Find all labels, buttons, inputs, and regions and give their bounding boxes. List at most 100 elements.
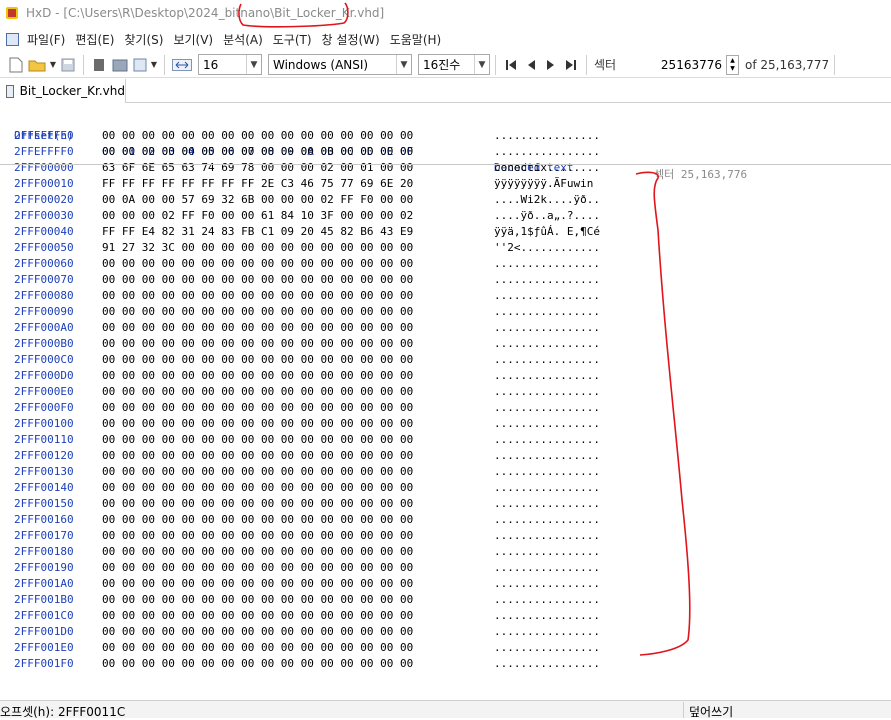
row-bytes[interactable]: 00 00 00 00 00 00 00 00 00 00 00 00 00 0… <box>102 656 413 672</box>
bytes-per-row-select[interactable]: 16 ▼ <box>198 54 262 75</box>
row-decoded-text[interactable]: ................ <box>494 544 600 560</box>
row-bytes[interactable]: 00 00 00 00 00 00 00 00 00 00 00 00 00 0… <box>102 464 413 480</box>
row-bytes[interactable]: 00 0A 00 00 57 69 32 6B 00 00 00 02 FF F… <box>102 192 413 208</box>
view-dropdown-icon[interactable]: ▼ <box>149 55 159 75</box>
row-bytes[interactable]: 00 00 00 00 00 00 00 00 00 00 00 00 00 0… <box>102 320 413 336</box>
document-view-icon[interactable] <box>131 55 149 75</box>
row-bytes[interactable]: 00 00 00 00 00 00 00 00 00 00 00 00 00 0… <box>102 256 413 272</box>
document-menu-icon[interactable] <box>6 32 19 46</box>
menu-help[interactable]: 도움말(H) <box>390 31 442 48</box>
sector-spinner[interactable]: ▲ ▼ <box>726 54 739 75</box>
row-decoded-text[interactable]: ................ <box>494 512 600 528</box>
row-bytes[interactable]: FF FF E4 82 31 24 83 FB C1 09 20 45 82 B… <box>102 224 413 240</box>
row-bytes[interactable]: 00 00 00 00 00 00 00 00 00 00 00 00 00 0… <box>102 384 413 400</box>
row-bytes[interactable]: 00 00 00 00 00 00 00 00 00 00 00 00 00 0… <box>102 608 413 624</box>
row-bytes[interactable]: 00 00 00 00 00 00 00 00 00 00 00 00 00 0… <box>102 336 413 352</box>
row-bytes[interactable]: 63 6F 6E 65 63 74 69 78 00 00 00 02 00 0… <box>102 160 413 176</box>
open-folder-icon[interactable] <box>26 55 48 75</box>
last-sector-icon[interactable] <box>561 55 581 75</box>
row-bytes[interactable]: 00 00 00 00 00 00 00 00 00 00 00 00 00 0… <box>102 512 413 528</box>
row-bytes[interactable]: 00 00 00 00 00 00 00 00 00 00 00 00 00 0… <box>102 352 413 368</box>
row-bytes[interactable]: 00 00 00 00 00 00 00 00 00 00 00 00 00 0… <box>102 400 413 416</box>
hex-editor-view[interactable]: Offset(h) 00 01 02 03 04 05 06 07 08 09 … <box>0 106 891 700</box>
row-decoded-text[interactable]: ................ <box>494 128 600 144</box>
row-bytes[interactable]: 00 00 00 00 00 00 00 00 00 00 00 00 00 0… <box>102 416 413 432</box>
tab-file[interactable]: Bit_Locker_Kr.vhd <box>0 79 126 103</box>
row-bytes[interactable]: 00 00 00 00 00 00 00 00 00 00 00 00 00 0… <box>102 560 413 576</box>
row-decoded-text[interactable]: ................ <box>494 416 600 432</box>
row-bytes[interactable]: 00 00 00 00 00 00 00 00 00 00 00 00 00 0… <box>102 576 413 592</box>
row-bytes[interactable]: 00 00 00 00 00 00 00 00 00 00 00 00 00 0… <box>102 544 413 560</box>
row-bytes[interactable]: 00 00 00 00 00 00 00 00 00 00 00 00 00 0… <box>102 448 413 464</box>
save-icon[interactable] <box>58 55 78 75</box>
row-bytes[interactable]: 00 00 00 00 00 00 00 00 00 00 00 00 00 0… <box>102 368 413 384</box>
row-decoded-text[interactable]: ................ <box>494 400 600 416</box>
chevron-down-icon[interactable]: ▼ <box>246 55 261 74</box>
row-decoded-text[interactable]: ÿÿÿÿÿÿÿÿ.ÃFuwin <box>494 176 600 192</box>
row-bytes[interactable]: FF FF FF FF FF FF FF FF 2E C3 46 75 77 6… <box>102 176 413 192</box>
row-bytes[interactable]: 00 00 00 00 00 00 00 00 00 00 00 00 00 0… <box>102 624 413 640</box>
row-decoded-text[interactable]: ................ <box>494 352 600 368</box>
row-bytes[interactable]: 00 00 00 02 FF F0 00 00 61 84 10 3F 00 0… <box>102 208 413 224</box>
row-decoded-text[interactable]: ................ <box>494 624 600 640</box>
charset-select[interactable]: Windows (ANSI) ▼ <box>268 54 412 75</box>
row-decoded-text[interactable]: ................ <box>494 640 600 656</box>
row-decoded-text[interactable]: ................ <box>494 560 600 576</box>
menu-search[interactable]: 찾기(S) <box>124 31 163 48</box>
row-decoded-text[interactable]: ................ <box>494 480 600 496</box>
row-decoded-text[interactable]: ................ <box>494 464 600 480</box>
row-decoded-text[interactable]: ................ <box>494 288 600 304</box>
row-bytes[interactable]: 00 00 00 00 00 00 00 00 00 00 00 00 00 0… <box>102 304 413 320</box>
row-decoded-text[interactable]: ................ <box>494 496 600 512</box>
row-bytes[interactable]: 00 00 00 00 00 00 00 00 00 00 00 00 00 0… <box>102 528 413 544</box>
row-decoded-text[interactable]: ....ÿð..a„.?.... <box>494 208 600 224</box>
open-dropdown-icon[interactable]: ▼ <box>48 55 58 75</box>
row-bytes[interactable]: 00 00 00 00 00 00 00 00 00 00 00 00 00 0… <box>102 480 413 496</box>
row-bytes[interactable]: 00 00 00 00 00 00 00 00 00 00 00 00 00 0… <box>102 592 413 608</box>
chevron-down-icon[interactable]: ▼ <box>474 55 489 74</box>
row-bytes[interactable]: 00 00 00 00 00 00 00 00 00 00 00 00 00 0… <box>102 640 413 656</box>
first-sector-icon[interactable] <box>501 55 521 75</box>
chevron-down-icon[interactable]: ▼ <box>396 55 411 74</box>
row-decoded-text[interactable]: ................ <box>494 528 600 544</box>
row-decoded-text[interactable]: ................ <box>494 320 600 336</box>
menu-window[interactable]: 창 설정(W) <box>322 31 380 48</box>
row-bytes[interactable]: 00 00 00 00 00 00 00 00 00 00 00 00 00 0… <box>102 144 413 160</box>
row-decoded-text[interactable]: ................ <box>494 432 600 448</box>
row-decoded-text[interactable]: ....Wi2k....ÿð.. <box>494 192 600 208</box>
row-decoded-text[interactable]: ................ <box>494 368 600 384</box>
menu-file[interactable]: 파일(F) <box>27 31 65 48</box>
row-decoded-text[interactable]: ................ <box>494 272 600 288</box>
menu-view[interactable]: 보기(V) <box>173 31 213 48</box>
row-decoded-text[interactable]: ................ <box>494 256 600 272</box>
row-decoded-text[interactable]: ................ <box>494 304 600 320</box>
row-bytes[interactable]: 00 00 00 00 00 00 00 00 00 00 00 00 00 0… <box>102 432 413 448</box>
new-file-icon[interactable] <box>6 55 26 75</box>
radix-select[interactable]: 16진수 ▼ <box>418 54 490 75</box>
row-decoded-text[interactable]: ................ <box>494 144 600 160</box>
prev-sector-icon[interactable] <box>521 55 541 75</box>
row-bytes[interactable]: 00 00 00 00 00 00 00 00 00 00 00 00 00 0… <box>102 272 413 288</box>
menu-tools[interactable]: 도구(T) <box>273 31 312 48</box>
row-bytes[interactable]: 00 00 00 00 00 00 00 00 00 00 00 00 00 0… <box>102 496 413 512</box>
row-bytes[interactable]: 00 00 00 00 00 00 00 00 00 00 00 00 00 0… <box>102 128 413 144</box>
next-sector-icon[interactable] <box>541 55 561 75</box>
row-decoded-text[interactable]: ................ <box>494 448 600 464</box>
row-decoded-text[interactable]: ''2<............ <box>494 240 600 256</box>
row-decoded-text[interactable]: ................ <box>494 656 600 672</box>
row-decoded-text[interactable]: conectix........ <box>494 160 600 176</box>
sector-input[interactable]: 25163776 <box>626 54 726 75</box>
row-bytes[interactable]: 91 27 32 3C 00 00 00 00 00 00 00 00 00 0… <box>102 240 413 256</box>
row-decoded-text[interactable]: ................ <box>494 608 600 624</box>
row-decoded-text[interactable]: ................ <box>494 592 600 608</box>
row-bytes[interactable]: 00 00 00 00 00 00 00 00 00 00 00 00 00 0… <box>102 288 413 304</box>
properties-icon[interactable] <box>109 55 131 75</box>
menu-analysis[interactable]: 분석(A) <box>223 31 263 48</box>
row-decoded-text[interactable]: ................ <box>494 384 600 400</box>
close-file-icon[interactable] <box>89 55 109 75</box>
status-mode[interactable]: 덮어쓰기 <box>689 703 733 720</box>
row-decoded-text[interactable]: ÿÿä‚1$ƒûÁ. E‚¶Cé <box>494 224 600 240</box>
row-decoded-text[interactable]: ................ <box>494 576 600 592</box>
menu-edit[interactable]: 편집(E) <box>75 31 114 48</box>
row-decoded-text[interactable]: ................ <box>494 336 600 352</box>
